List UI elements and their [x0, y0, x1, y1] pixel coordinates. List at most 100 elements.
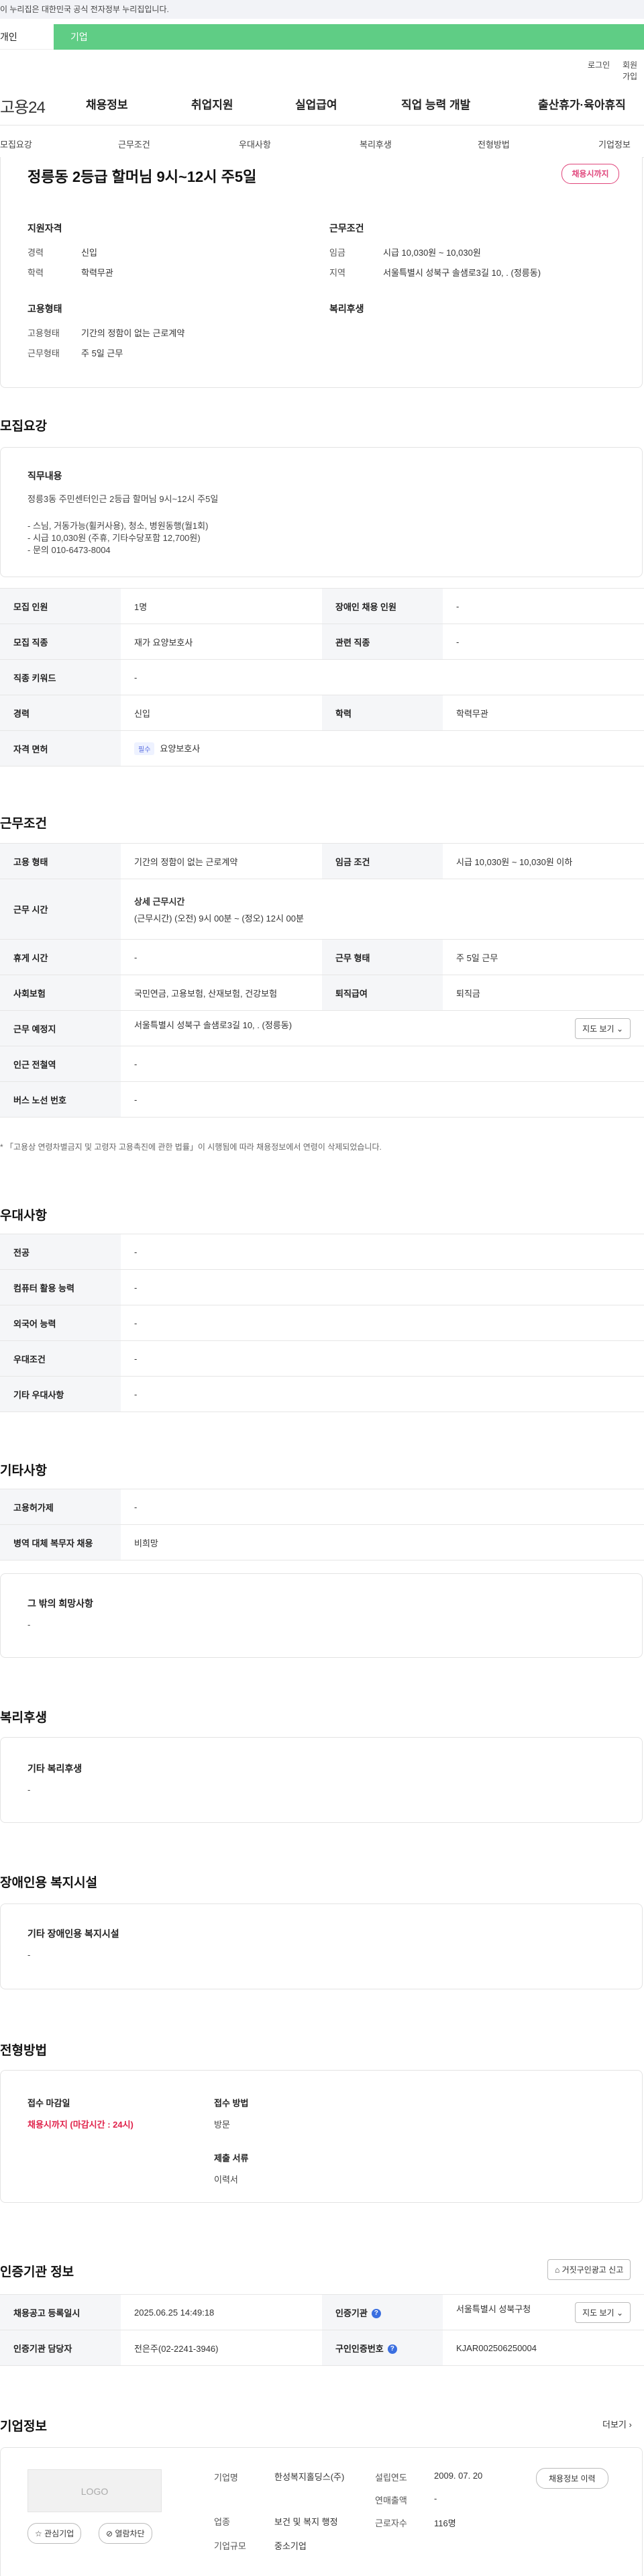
- cell-value: 서울특별시 성북구 솔샘로3길 10, . (정릉동) 지도 보기 ⌄: [121, 1010, 644, 1046]
- size-value: 중소기업: [274, 2541, 307, 2551]
- table-row: 자격 면허 필수 요양보호사: [0, 730, 644, 766]
- report-fake-ad-button[interactable]: ⌂ 거짓구인광고 신고: [547, 2259, 631, 2280]
- section-condition-title: 근무조건: [0, 817, 47, 831]
- career-value: 신입: [81, 248, 97, 258]
- info-icon[interactable]: ?: [371, 2309, 381, 2319]
- industry-value: 보건 및 복지 행정: [274, 2517, 338, 2527]
- qualification-title: 지원자격: [28, 223, 62, 234]
- report-button-label: 거짓구인광고 신고: [561, 2265, 624, 2275]
- table-row: 사회보험 국민연금, 고용보험, 산재보험, 건강보험 퇴직급여 퇴직금: [0, 975, 644, 1011]
- cell-label: 경력: [0, 695, 121, 731]
- cell-label: 우대조건: [0, 1340, 121, 1377]
- anchor-company[interactable]: 기업정보: [598, 138, 631, 150]
- cell-value: 기간의 정함이 없는 근로계약: [121, 843, 322, 879]
- gnb-employment-support[interactable]: 취업지원: [191, 95, 233, 112]
- cell-value: -: [121, 1081, 644, 1118]
- gnb-job-training[interactable]: 직업 능력 개발: [401, 95, 470, 112]
- cell-value: 2025.06.25 14:49:18: [121, 2294, 322, 2330]
- cell-label: 모집 직종: [0, 624, 121, 660]
- disability-box: 기타 장애인용 복지시설 -: [0, 1903, 643, 1989]
- welfare-box-value: -: [28, 1785, 31, 1795]
- map-button[interactable]: 지도 보기 ⌄: [575, 1018, 631, 1039]
- cell-value: -: [121, 939, 322, 975]
- table-row: 직종 키워드 -: [0, 659, 644, 695]
- license-value: 요양보호사: [160, 744, 201, 754]
- anchor-recruit[interactable]: 모집요강: [0, 138, 32, 150]
- welfare-box: 기타 복리후생 -: [0, 1737, 643, 1823]
- table-row: 전공 -: [0, 1234, 644, 1270]
- org-map-button[interactable]: 지도 보기 ⌄: [575, 2301, 631, 2323]
- gov-banner: 이 누리집은 대한민국 공식 전자정부 누리집입니다.: [0, 0, 644, 19]
- tab-personal[interactable]: 개인: [0, 24, 54, 50]
- employment-value: 기간의 정함이 없는 근로계약: [81, 328, 185, 338]
- cell-value: -: [121, 659, 644, 695]
- cell-value: -: [121, 1046, 644, 1082]
- login-link[interactable]: 로그인: [588, 59, 610, 70]
- favorite-label: 관심기업: [44, 2529, 74, 2538]
- table-row: 인근 전철역 -: [0, 1046, 644, 1082]
- cell-value: 서울특별시 성북구청 지도 보기 ⌄: [443, 2294, 644, 2330]
- chevron-down-icon: ⌄: [616, 2308, 623, 2318]
- anchor-welfare[interactable]: 복리후생: [360, 138, 392, 150]
- table-row: 외국어 능력 -: [0, 1305, 644, 1341]
- work-type-label: 근무형태: [28, 348, 60, 358]
- deadline-value: 채용시까지 (마감시간 : 24시): [28, 2120, 133, 2130]
- gnb-recruit[interactable]: 채용정보: [86, 95, 128, 112]
- duty-line: 정릉3동 주민센터인근 2등급 할머님 9시~12시 주5일: [28, 494, 219, 504]
- anchor-process[interactable]: 전형방법: [478, 138, 510, 150]
- table-row: 인증기관 담당자 전은주(02-2241-3946) 구인인증번호? KJAR0025…: [0, 2330, 644, 2366]
- cell-label: 임금 조건: [322, 843, 443, 879]
- employment-title: 고용형태: [28, 303, 62, 314]
- employees-value: 116명: [434, 2518, 456, 2528]
- company-more-link[interactable]: 더보기 ›: [602, 2418, 632, 2430]
- condition-table: 고용 형태 기간의 정함이 없는 근로계약 임금 조건 시급 10,030원 ~ 10…: [0, 843, 644, 1118]
- cell-value: 국민연금, 고용보험, 산재보험, 건강보험: [121, 975, 322, 1011]
- org-label: 인증기관: [335, 2308, 368, 2318]
- process-box: 접수 마감일 채용시까지 (마감시간 : 24시) 접수 방법 방문 제출 서류…: [0, 2070, 643, 2203]
- cell-label: 모집 인원: [0, 588, 121, 624]
- cell-label: 학력: [322, 695, 443, 731]
- gnb-unemployment-benefit[interactable]: 실업급여: [295, 95, 337, 112]
- duty-box: 직무내용 정릉3동 주민센터인근 2등급 할머님 9시~12시 주5일 - 스님…: [0, 447, 643, 577]
- employment-label: 고용형태: [28, 328, 60, 338]
- tab-company[interactable]: 기업: [70, 24, 88, 50]
- join-link[interactable]: 회원가입: [623, 59, 644, 82]
- gnb-parental-leave[interactable]: 출산휴가·육아휴직: [538, 95, 626, 112]
- hours-subtitle: 상세 근무시간: [134, 896, 185, 907]
- region-value: 서울특별시 성북구 솔샘로3길 10, . (정릉동): [383, 268, 541, 278]
- history-label: 채용정보 이력: [549, 2474, 596, 2483]
- welfare-box-title: 기타 복리후생: [28, 1763, 83, 1774]
- hiring-history-button[interactable]: 채용정보 이력: [536, 2468, 608, 2489]
- section-recruit-title: 모집요강: [0, 419, 47, 434]
- cell-value: -: [121, 1269, 644, 1305]
- info-icon[interactable]: ?: [387, 2344, 397, 2355]
- cell-label: 전공: [0, 1234, 121, 1270]
- cell-value: 재가 요양보호사: [121, 624, 322, 660]
- table-row: 근무 예정지 서울특별시 성북구 솔샘로3길 10, . (정릉동) 지도 보기 ⌄: [0, 1010, 644, 1046]
- anchor-condition[interactable]: 근무조건: [118, 138, 150, 150]
- cell-value: -: [443, 588, 644, 624]
- cell-label: 직종 키워드: [0, 659, 121, 695]
- cell-label: 인증기관?: [322, 2294, 443, 2330]
- table-row: 고용허가제 -: [0, 1489, 644, 1525]
- welfare-title: 복리후생: [329, 303, 364, 314]
- cell-label: 퇴직급여: [322, 975, 443, 1011]
- established-value: 2009. 07. 20: [434, 2471, 483, 2481]
- cell-label: 휴게 시간: [0, 939, 121, 975]
- cell-label: 기타 우대사항: [0, 1376, 121, 1412]
- deadline-badge: 채용시까지: [561, 164, 619, 184]
- favorite-company-button[interactable]: ☆ 관심기업: [28, 2523, 82, 2544]
- block-view-button[interactable]: ⊘ 열람차단: [99, 2523, 152, 2544]
- cell-value: -: [121, 1234, 644, 1270]
- block-label: 열람차단: [115, 2529, 145, 2538]
- hope-title: 그 밖의 희망사항: [28, 1598, 93, 1609]
- site-logo[interactable]: 고용24: [0, 94, 46, 117]
- duty-line: - 시급 10,030원 (주휴, 기타수당포함 12,700원): [28, 533, 201, 543]
- company-card: LOGO ☆ 관심기업 ⊘ 열람차단 기업명 한성복지홀딩스(주) 업종 보건 …: [0, 2447, 643, 2576]
- more-label: 더보기: [602, 2420, 627, 2430]
- condition-title: 근무조건: [329, 223, 364, 234]
- cell-value: -: [121, 1340, 644, 1377]
- cell-label: 사회보험: [0, 975, 121, 1011]
- cell-label: 병역 대체 복무자 채용: [0, 1524, 121, 1561]
- anchor-preference[interactable]: 우대사항: [239, 138, 271, 150]
